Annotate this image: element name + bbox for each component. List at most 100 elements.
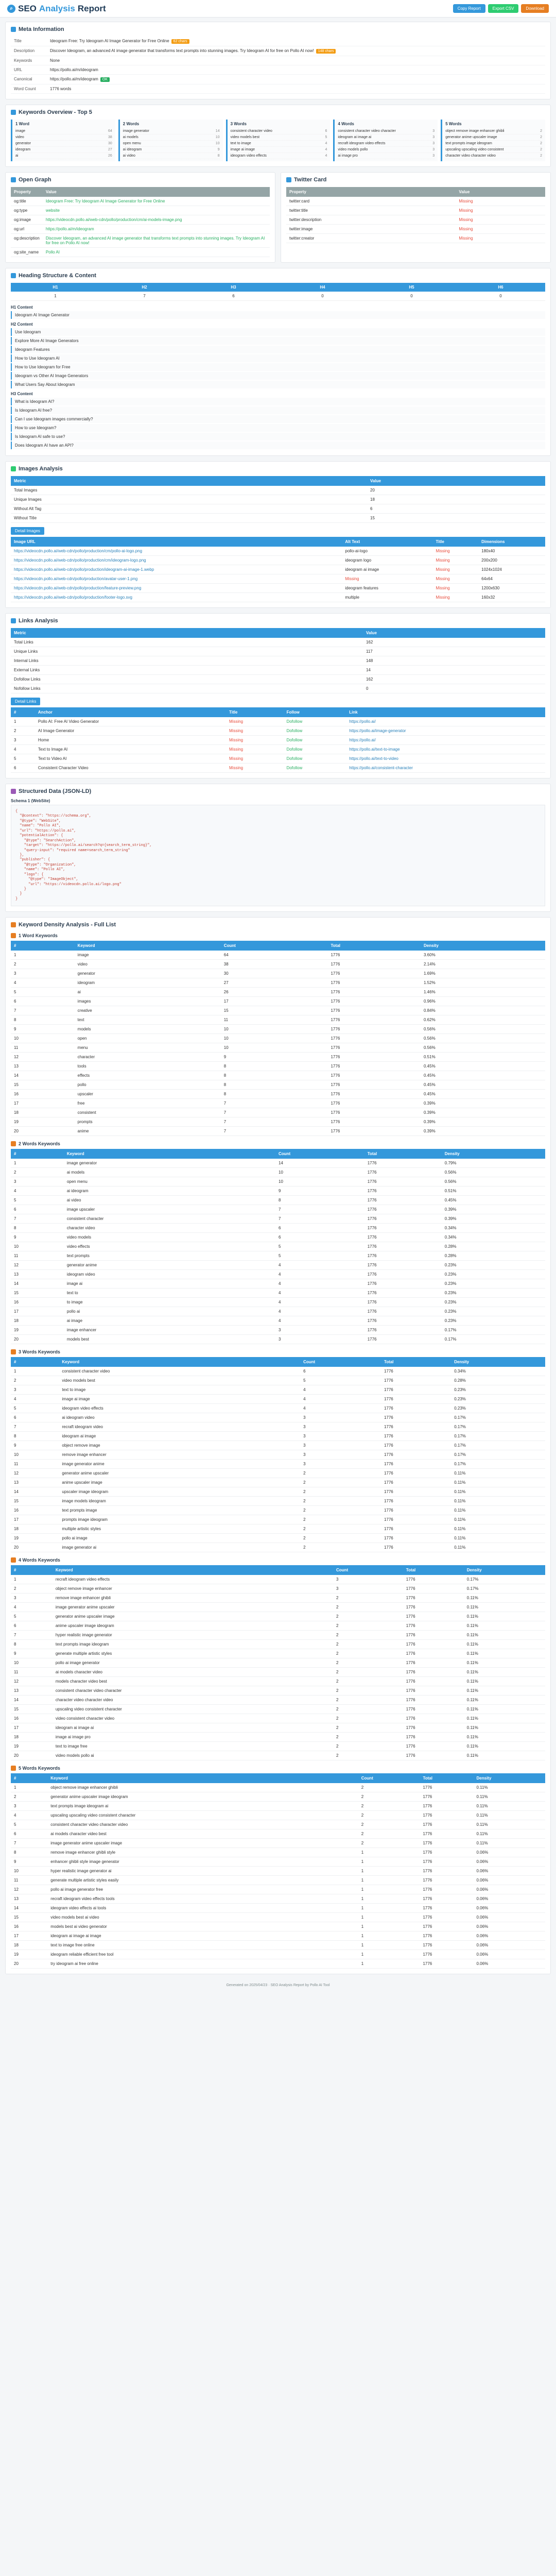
density-rank: 19 [11, 1533, 59, 1544]
keyword-item: consistent character video character 3 [338, 128, 435, 134]
density-keyword: models best [63, 1334, 275, 1345]
density-rank: 15 [11, 1080, 75, 1090]
density-count: 1 [358, 1940, 420, 1951]
density-keyword: prompts [74, 1117, 221, 1127]
link-url[interactable]: https://pollo.ai/ [346, 735, 545, 745]
density-row: 5 ai video 8 1776 0.45% [11, 1195, 545, 1206]
heading-level: H2 [100, 283, 189, 292]
link-url[interactable]: https://pollo.ai/ [346, 717, 545, 726]
heading-count: 0 [367, 292, 456, 301]
density-count: 1 [358, 1894, 420, 1904]
image-url[interactable]: https://videocdn.pollo.ai/web-cdn/pollo/… [11, 574, 342, 584]
images-title-text: Images Analysis [19, 466, 63, 472]
density-count: 2 [358, 1792, 420, 1802]
heading-item: Use Ideogram [11, 328, 545, 336]
keyword-item: ai image pro 3 [338, 153, 435, 159]
keyword-column: 3 Words consistent character video 6 video … [225, 120, 331, 161]
keyword-text: ideogram [15, 148, 31, 151]
image-url[interactable]: https://videocdn.pollo.ai/web-cdn/pollo/… [11, 555, 342, 565]
density-rank: 16 [11, 1922, 48, 1932]
density-section-label: 5 Words Keywords [19, 1766, 60, 1771]
image-url[interactable]: https://videocdn.pollo.ai/web-cdn/pollo/… [11, 547, 342, 556]
density-row: 19 text to image free 2 1776 0.11% [11, 1741, 545, 1752]
density-rank: 18 [11, 1316, 64, 1326]
density-count: 9 [220, 1052, 328, 1062]
density-total: 1776 [380, 1459, 451, 1469]
density-percent: 0.23% [441, 1288, 545, 1298]
density-keyword: text prompts image ideogram [52, 1639, 333, 1650]
heading-count: 1 [11, 292, 100, 301]
link-metric-value: 14 [362, 665, 545, 675]
density-count: 2 [358, 1829, 420, 1839]
density-total: 1776 [420, 1783, 474, 1793]
image-url[interactable]: https://videocdn.pollo.ai/web-cdn/pollo/… [11, 565, 342, 574]
density-rank: 18 [11, 1108, 75, 1118]
density-row: 14 upscaler image ideogram 2 1776 0.11% [11, 1487, 545, 1497]
density-percent: 0.11% [463, 1639, 545, 1650]
keyword-count: 2 [540, 135, 542, 139]
density-count: 27 [220, 978, 328, 988]
image-url[interactable]: https://videocdn.pollo.ai/web-cdn/pollo/… [11, 583, 342, 593]
density-row: 2 video 38 1776 2.14% [11, 959, 545, 970]
density-rank: 19 [11, 1950, 48, 1960]
density-total: 1776 [403, 1630, 464, 1640]
link-title: Missing [226, 726, 284, 736]
link-url[interactable]: https://pollo.ai/text-to-image [346, 744, 545, 754]
download-button[interactable]: Download [521, 4, 549, 13]
density-rank: 1 [11, 1367, 59, 1377]
export-csv-button[interactable]: Export CSV [488, 4, 519, 13]
density-total: 1776 [364, 1214, 442, 1224]
density-count: 2 [333, 1686, 403, 1696]
link-url[interactable]: https://pollo.ai/consistent-character [346, 763, 545, 773]
density-percent: 0.51% [421, 1052, 545, 1062]
density-keyword: anime [74, 1126, 221, 1137]
link-anchor: Consistent Character Video [34, 763, 227, 773]
image-row: https://videocdn.pollo.ai/web-cdn/pollo/… [11, 583, 545, 593]
image-dimensions: 64x64 [478, 574, 545, 584]
density-percent: 0.06% [473, 1894, 545, 1904]
density-count: 2 [358, 1810, 420, 1821]
brand-accent: Analysis [39, 3, 75, 13]
link-row: 5 Text to Video AI Missing Dofollow https://… [11, 754, 545, 764]
image-url[interactable]: https://videocdn.pollo.ai/web-cdn/pollo/… [11, 592, 342, 602]
density-rank: 1 [11, 951, 75, 960]
link-url[interactable]: https://pollo.ai/text-to-video [346, 754, 545, 764]
link-row: 6 Consistent Character Video Missing Dofoll… [11, 763, 545, 773]
density-total: 1776 [380, 1468, 451, 1479]
density-percent: 0.17% [451, 1413, 545, 1423]
density-count: 2 [333, 1639, 403, 1650]
og-value: Ideogram Free: Try Ideogram AI Image Gen… [42, 197, 270, 206]
density-header: Total [420, 1773, 474, 1784]
link-metric-value: 162 [362, 638, 545, 647]
density-percent: 0.11% [463, 1602, 545, 1613]
density-keyword: ideogram video [63, 1269, 275, 1280]
link-title: Missing [226, 763, 284, 773]
density-rank: 12 [11, 1676, 53, 1687]
density-count: 4 [275, 1297, 364, 1308]
density-count: 4 [300, 1394, 381, 1404]
images-summary-table: Metric Value Total Images 20 Unique Images 1… [11, 476, 545, 523]
density-count: 7 [275, 1214, 364, 1224]
density-rank: 20 [11, 1126, 75, 1137]
copy-report-button[interactable]: Copy Report [453, 4, 485, 13]
density-row: 9 video models 6 1776 0.34% [11, 1232, 545, 1243]
density-percent: 0.11% [463, 1621, 545, 1631]
detail-images-button[interactable]: Detail Images [11, 527, 44, 535]
density-row: 2 video models best 5 1776 0.28% [11, 1376, 545, 1386]
og-value[interactable]: https://pollo.ai/m/ideogram [42, 224, 270, 234]
structured-card: Structured Data (JSON-LD) Schema 1 (WebS… [5, 784, 551, 912]
density-total: 1776 [380, 1394, 451, 1404]
detail-links-button[interactable]: Detail Links [11, 698, 41, 705]
density-row: 17 pollo ai 4 1776 0.23% [11, 1307, 545, 1317]
image-alt: ideogram features [342, 583, 433, 593]
density-total: 1776 [380, 1543, 451, 1553]
link-url[interactable]: https://pollo.ai/image-generator [346, 726, 545, 736]
density-total: 1776 [420, 1940, 474, 1951]
og-value[interactable]: https://videocdn.pollo.ai/web-cdn/pollo/… [42, 215, 270, 225]
density-count: 1 [358, 1885, 420, 1895]
density-keyword: character video [63, 1223, 275, 1233]
density-row: 12 models character video best 2 1776 0.11% [11, 1676, 545, 1687]
density-keyword: text to image free [52, 1741, 333, 1752]
density-count: 2 [333, 1723, 403, 1733]
link-metric-row: Internal Links 148 [11, 656, 545, 666]
